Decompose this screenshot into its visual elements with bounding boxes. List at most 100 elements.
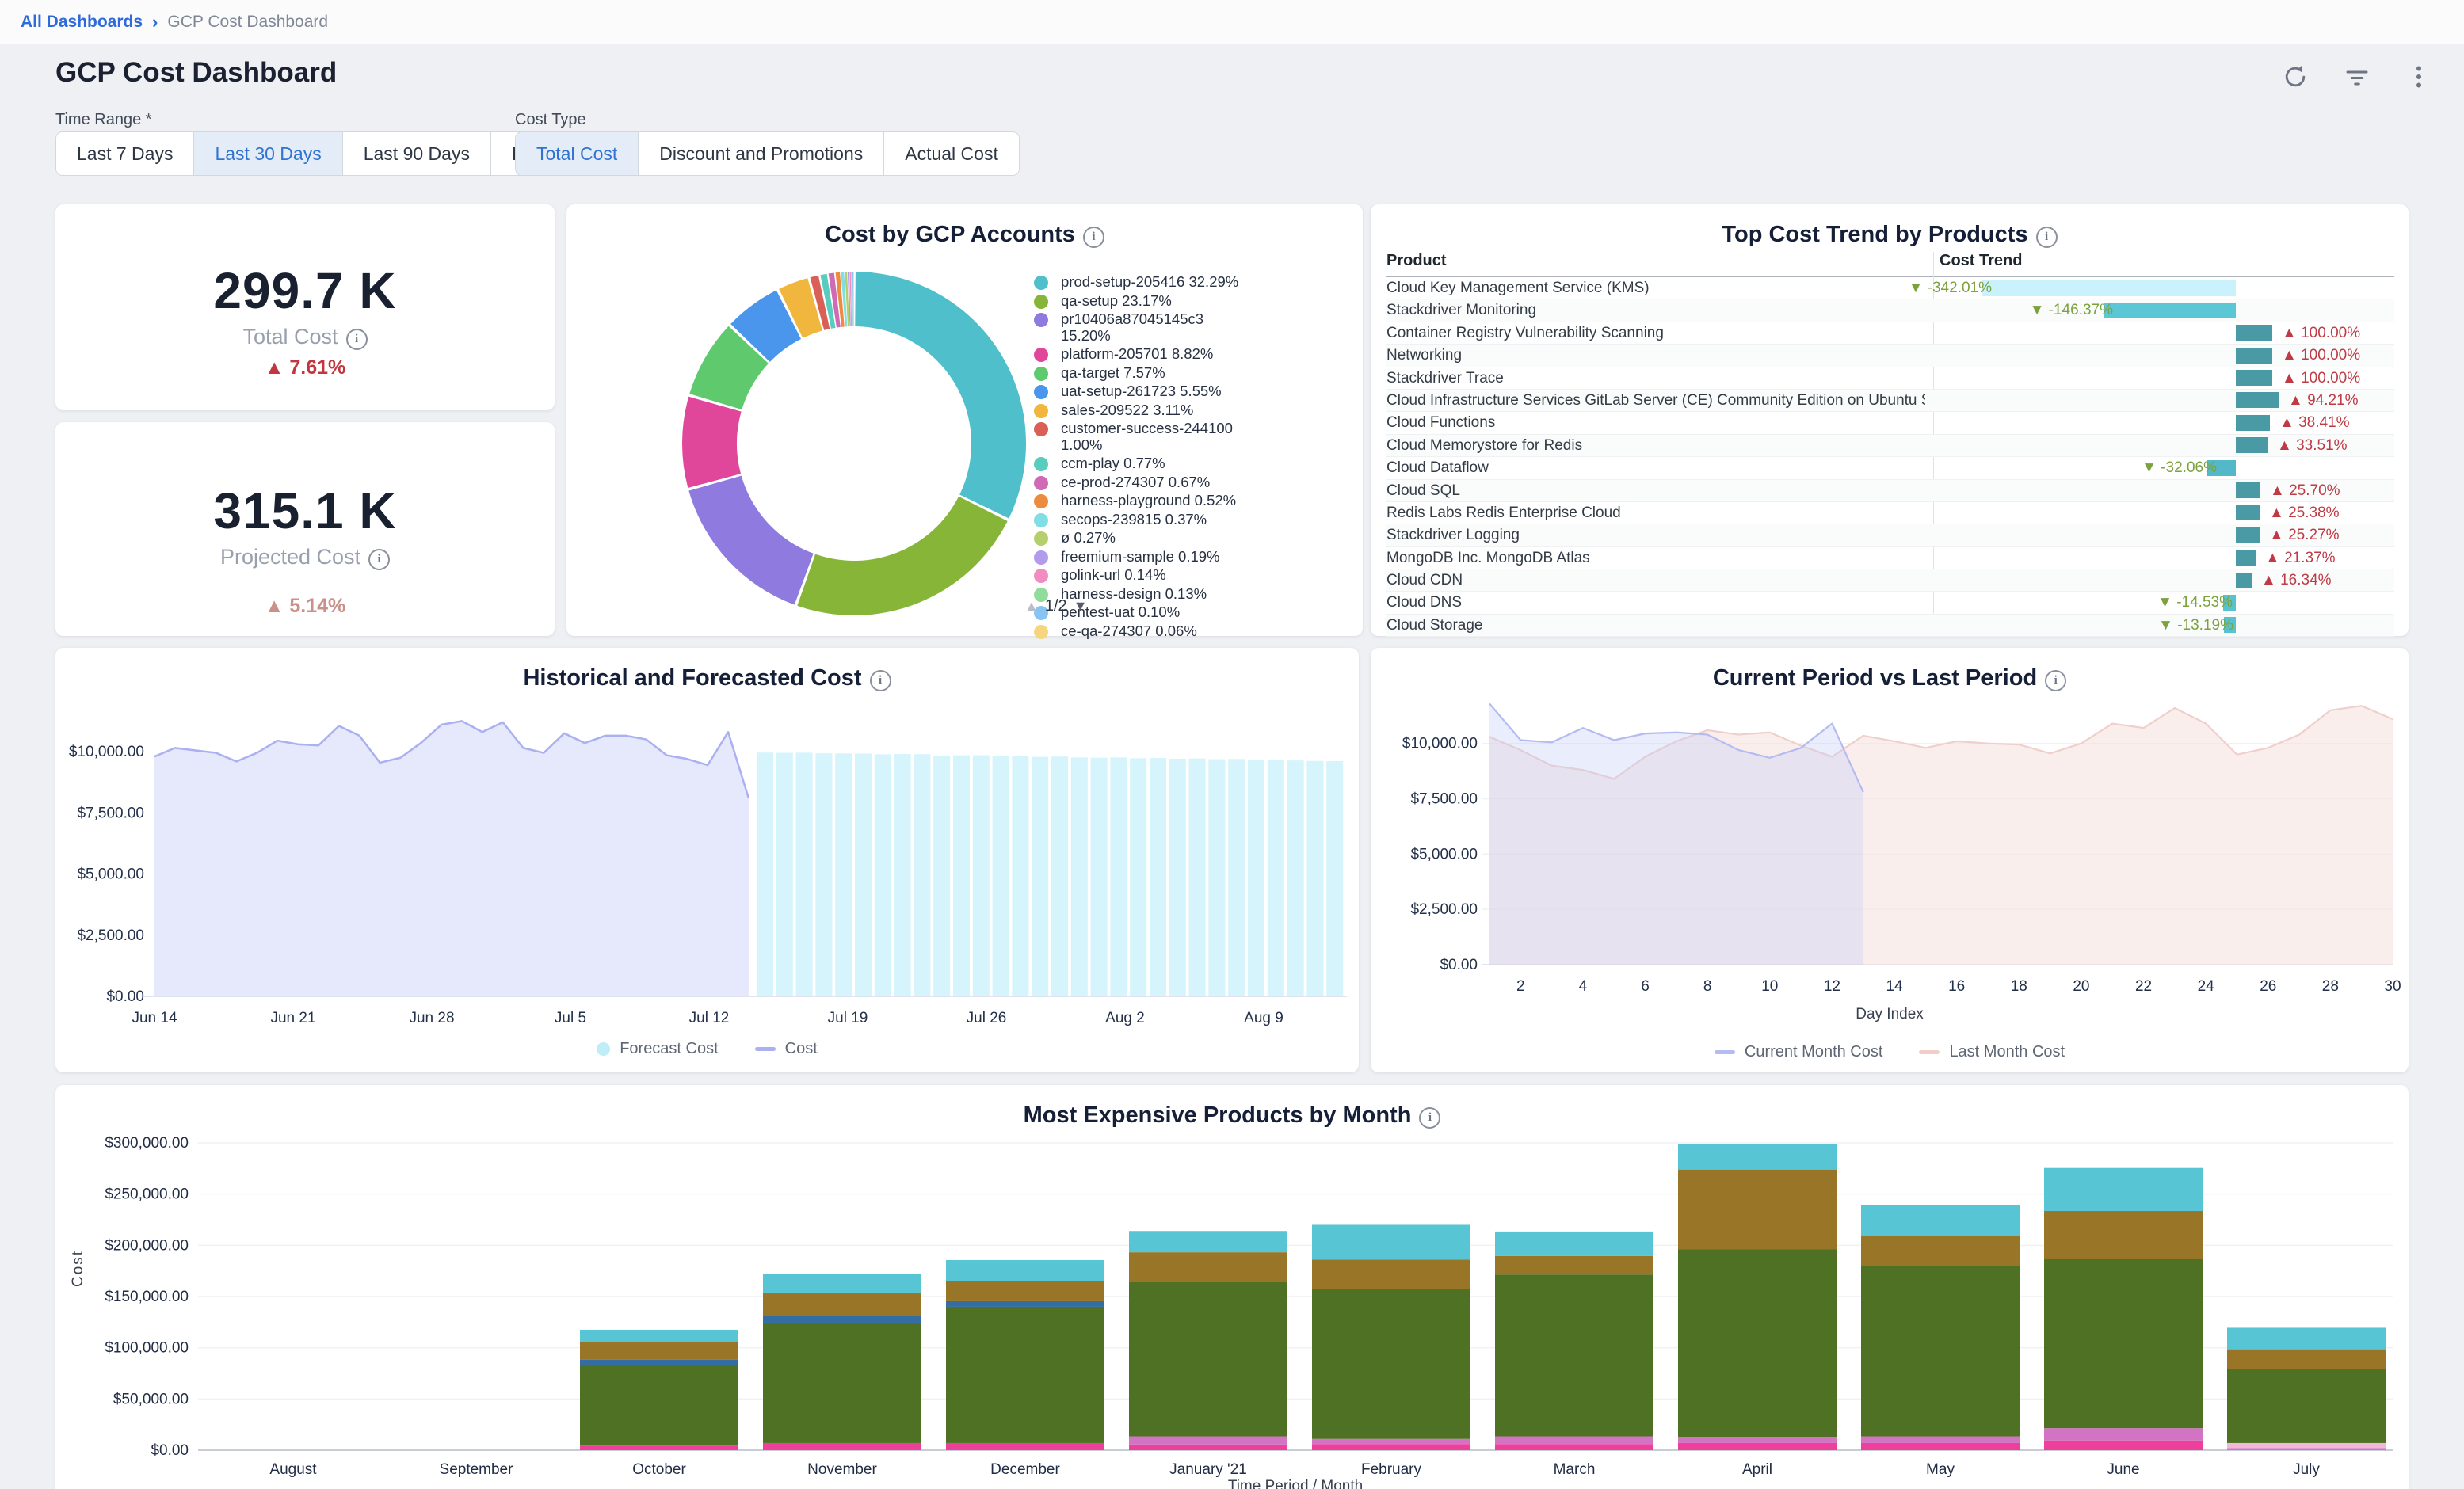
historical-legend: Forecast Cost Cost xyxy=(55,1040,1359,1058)
comparison-xaxis-label: Day Index xyxy=(1371,1006,2409,1023)
kebab-menu-icon[interactable] xyxy=(2404,62,2434,92)
donut-legend-item[interactable]: harness-playground 0.52% xyxy=(1034,493,1272,509)
last-month-marker xyxy=(1919,1050,1940,1054)
trend-table-row: Networking▲ 100.00% xyxy=(1386,345,2394,367)
donut-legend-item[interactable]: ccm-play 0.77% xyxy=(1034,455,1272,472)
product-name: Cloud Functions xyxy=(1386,412,1925,433)
svg-text:30: 30 xyxy=(2384,978,2401,995)
svg-text:$2,500.00: $2,500.00 xyxy=(1410,901,1478,918)
legend-item-forecast-cost[interactable]: Forecast Cost xyxy=(597,1040,718,1058)
time-range-option-last-7-days[interactable]: Last 7 Days xyxy=(56,132,194,175)
legend-item-current-month[interactable]: Current Month Cost xyxy=(1715,1043,1883,1061)
legend-swatch xyxy=(1034,295,1048,309)
donut-legend-item[interactable]: freemium-sample 0.19% xyxy=(1034,549,1272,566)
refresh-icon[interactable] xyxy=(2280,62,2310,92)
trend-value: ▲ 94.21% xyxy=(2288,390,2359,411)
gcp-cost-dashboard: All Dashboards › GCP Cost Dashboard GCP … xyxy=(0,0,2464,1489)
info-icon[interactable]: i xyxy=(1083,227,1104,248)
trend-value: ▼ -14.53% xyxy=(2157,592,2233,613)
trend-table-row: Redis Labs Redis Enterprise Cloud▲ 25.38… xyxy=(1386,502,2394,524)
legend-label: qa-target 7.57% xyxy=(1061,365,1165,382)
trend-value: ▲ 100.00% xyxy=(2282,322,2360,344)
svg-text:Jun 14: Jun 14 xyxy=(132,1010,177,1026)
product-name: Networking xyxy=(1386,345,1925,366)
svg-text:$7,500.00: $7,500.00 xyxy=(1410,791,1478,808)
breadcrumb-current: GCP Cost Dashboard xyxy=(167,13,328,32)
donut-legend-item[interactable]: ce-prod-274307 0.67% xyxy=(1034,474,1272,491)
column-header-product[interactable]: Product xyxy=(1386,252,1447,270)
info-icon[interactable]: i xyxy=(2036,227,2058,248)
filter-icon[interactable] xyxy=(2342,62,2372,92)
svg-text:Aug 9: Aug 9 xyxy=(1244,1010,1283,1026)
breadcrumb: All Dashboards › GCP Cost Dashboard xyxy=(0,0,2464,44)
trend-card-title: Top Cost Trend by Productsi xyxy=(1371,222,2409,248)
donut-legend-item[interactable]: customer-success-244100 1.00% xyxy=(1034,421,1272,453)
donut-legend-pagination: ▲ 1/2 ▼ xyxy=(1024,597,1087,615)
legend-swatch xyxy=(1034,385,1048,399)
legend-page-up-icon[interactable]: ▲ xyxy=(1024,598,1039,615)
stacked-bar-chart[interactable]: $300,000.00$250,000.00$200,000.00$150,00… xyxy=(55,1129,2409,1489)
projected-cost-label: Projected Costi xyxy=(55,545,555,570)
legend-item-cost[interactable]: Cost xyxy=(755,1040,818,1058)
svg-text:$0.00: $0.00 xyxy=(1440,957,1478,973)
column-header-cost-trend[interactable]: Cost Trend xyxy=(1940,252,2022,270)
trend-value: ▼ -32.06% xyxy=(2142,457,2217,478)
trend-bar xyxy=(2236,437,2268,453)
legend-swatch xyxy=(1034,625,1048,639)
svg-text:10: 10 xyxy=(1761,978,1778,995)
product-name: Cloud Memorystore for Redis xyxy=(1386,435,1925,456)
donut-legend-item[interactable]: qa-target 7.57% xyxy=(1034,365,1272,382)
cost-type-option-total-cost[interactable]: Total Cost xyxy=(516,132,639,175)
donut-legend-item[interactable]: secops-239815 0.37% xyxy=(1034,512,1272,528)
donut-legend-item[interactable]: sales-209522 3.11% xyxy=(1034,402,1272,419)
donut-legend-item[interactable]: platform-205701 8.82% xyxy=(1034,346,1272,363)
cost-type-label: Cost Type xyxy=(515,111,586,129)
legend-label: secops-239815 0.37% xyxy=(1061,512,1207,528)
info-icon[interactable]: i xyxy=(346,329,368,350)
legend-label: pr10406a87045145c3 15.20% xyxy=(1061,311,1242,344)
svg-text:January '21: January '21 xyxy=(1169,1461,1247,1478)
legend-label: harness-playground 0.52% xyxy=(1061,493,1236,509)
breadcrumb-all-dashboards-link[interactable]: All Dashboards xyxy=(21,13,143,32)
donut-legend-item[interactable]: ce-qa-274307 0.06% xyxy=(1034,623,1272,640)
trend-bar xyxy=(2236,505,2260,520)
svg-text:Aug 2: Aug 2 xyxy=(1105,1010,1145,1026)
time-range-option-last-90-days[interactable]: Last 90 Days xyxy=(343,132,491,175)
product-name: Redis Labs Redis Enterprise Cloud xyxy=(1386,502,1925,524)
cost-type-option-actual-cost[interactable]: Actual Cost xyxy=(884,132,1019,175)
donut-legend-item[interactable]: uat-setup-261723 5.55% xyxy=(1034,383,1272,400)
legend-label: qa-setup 23.17% xyxy=(1061,293,1172,310)
info-icon[interactable]: i xyxy=(1419,1107,1440,1129)
donut-legend-item[interactable]: pr10406a87045145c3 15.20% xyxy=(1034,311,1272,344)
donut-legend-item[interactable]: golink-url 0.14% xyxy=(1034,567,1272,584)
donut-chart[interactable] xyxy=(668,256,1040,628)
legend-label: platform-205701 8.82% xyxy=(1061,346,1213,363)
svg-text:May: May xyxy=(1926,1461,1955,1478)
cost-by-gcp-accounts-card: Cost by GCP Accountsi prod-setup-205416 … xyxy=(566,204,1363,636)
cost-type-option-discount-and-promotions[interactable]: Discount and Promotions xyxy=(639,132,884,175)
legend-swatch xyxy=(1034,550,1048,565)
svg-text:February: February xyxy=(1361,1461,1422,1478)
time-range-option-last-30-days[interactable]: Last 30 Days xyxy=(194,132,342,175)
svg-text:4: 4 xyxy=(1579,978,1588,995)
donut-legend-item[interactable]: qa-setup 23.17% xyxy=(1034,293,1272,310)
trend-table-row: Cloud Storage▼ -13.19% xyxy=(1386,615,2394,637)
product-name: Stackdriver Monitoring xyxy=(1386,299,1925,321)
donut-legend-item[interactable]: ø 0.27% xyxy=(1034,530,1272,546)
historical-forecast-chart[interactable]: $10,000.00$7,500.00$5,000.00$2,500.00$0.… xyxy=(55,680,1359,1036)
info-icon[interactable]: i xyxy=(368,549,390,570)
legend-item-last-month[interactable]: Last Month Cost xyxy=(1919,1043,2065,1061)
legend-page-down-icon[interactable]: ▼ xyxy=(1074,598,1088,615)
comparison-chart[interactable]: $10,000.00$7,500.00$5,000.00$2,500.00$0.… xyxy=(1371,680,2409,1012)
trend-table-row: Cloud Infrastructure Services GitLab Ser… xyxy=(1386,390,2394,412)
donut-legend-item[interactable]: prod-setup-205416 32.29% xyxy=(1034,274,1272,291)
donut-legend: prod-setup-205416 32.29%qa-setup 23.17%p… xyxy=(1034,274,1272,642)
total-cost-label: Total Costi xyxy=(55,325,555,350)
trend-value: ▼ -342.01% xyxy=(1909,277,1992,299)
svg-text:$5,000.00: $5,000.00 xyxy=(77,866,144,883)
legend-label: ø 0.27% xyxy=(1061,530,1116,546)
projected-cost-card: 315.1 K Projected Costi ▲ 5.14% xyxy=(55,422,555,636)
legend-label: ccm-play 0.77% xyxy=(1061,455,1165,472)
expensive-products-card: Most Expensive Products by Monthi Cost $… xyxy=(55,1085,2409,1489)
total-cost-delta: ▲ 7.61% xyxy=(55,356,555,379)
